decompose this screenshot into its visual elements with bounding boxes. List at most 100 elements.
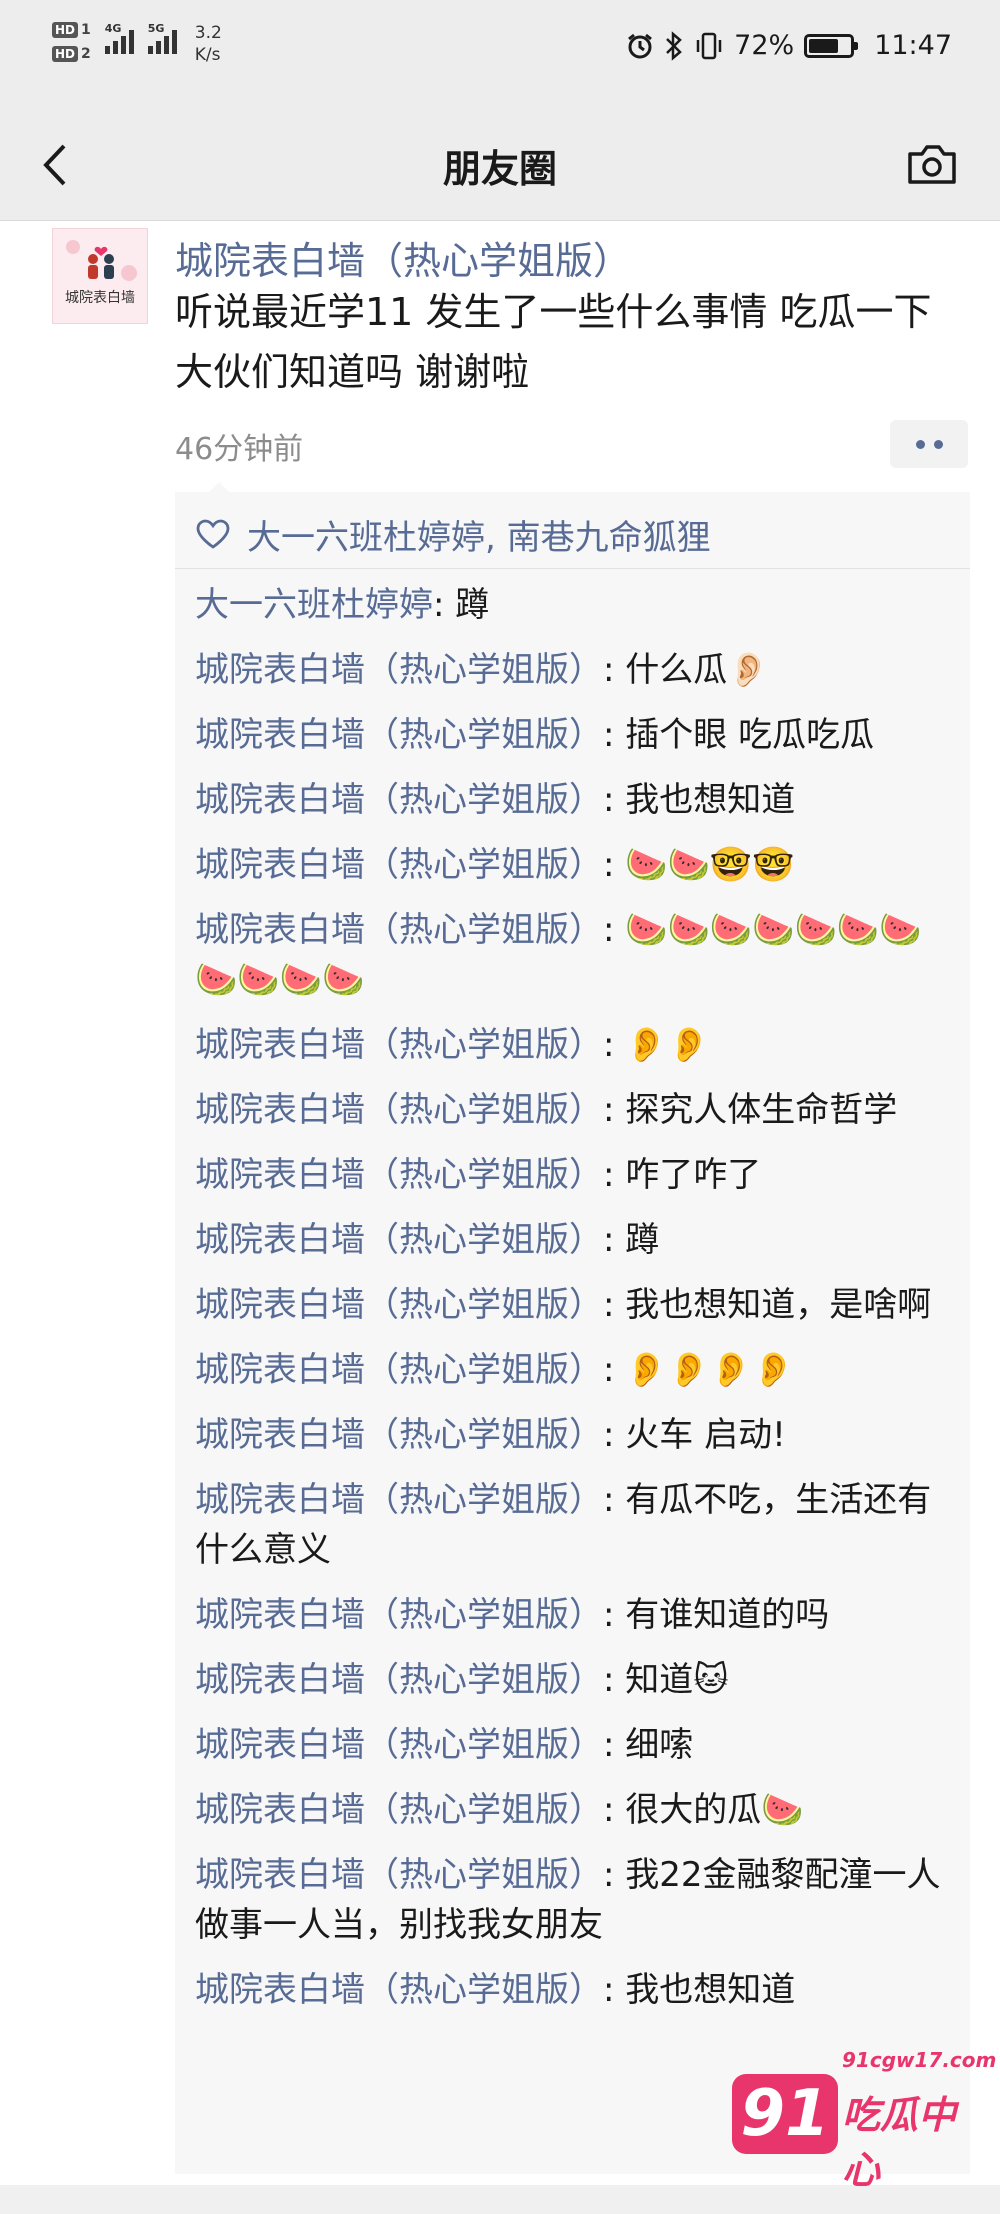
comment-author[interactable]: 城院表白墙（热心学姐版） [195,1350,603,1390]
comment-author[interactable]: 城院表白墙（热心学姐版） [195,650,603,690]
comment-text: : 👂👂 [603,1025,710,1065]
battery-fill [809,38,838,53]
comment-text: : 有谁知道的吗 [603,1595,830,1635]
interaction-panel: 大一六班杜婷婷, 南巷九命狐狸 大一六班杜婷婷: 蹲城院表白墙（热心学姐版）: … [175,482,970,2174]
hd-indicator-2: HD 2 [52,46,91,62]
more-button[interactable] [890,420,968,468]
bluetooth-icon [666,30,683,61]
comment-item[interactable]: 城院表白墙（热心学姐版）: 我22金融黎配潼一人做事一人当，别找我女朋友 [195,1842,955,1957]
hd-indicators: HD 1 HD 2 [52,22,91,62]
comment-item[interactable]: 城院表白墙（热心学姐版）: 知道🐱 [195,1647,955,1712]
comment-author[interactable]: 城院表白墙（热心学姐版） [195,1970,603,2010]
comment-item[interactable]: 城院表白墙（热心学姐版）: 我也想知道，是啥啊 [195,1272,955,1337]
post-author[interactable]: 城院表白墙（热心学姐版） [175,230,631,285]
nav-bar: 朋友圈 [0,110,1000,221]
speed-value: 3.2 [194,23,222,43]
comment-item[interactable]: 城院表白墙（热心学姐版）: 插个眼 吃瓜吃瓜 [195,702,955,767]
network-5g-label: 5G [147,22,165,35]
comment-item[interactable]: 城院表白墙（热心学姐版）: 我也想知道 [195,767,955,832]
comment-text: : 咋了咋了 [603,1155,762,1195]
comment-text: : 我也想知道，是啥啊 [603,1285,932,1325]
watermark: 91cgw17.com 91 吃瓜中心 [722,2028,996,2192]
comment-author[interactable]: 城院表白墙（热心学姐版） [195,1660,603,1700]
comment-item[interactable]: 城院表白墙（热心学姐版）: 什么瓜👂🏻 [195,637,955,702]
comment-author[interactable]: 城院表白墙（热心学姐版） [195,1090,603,1130]
comment-list: 大一六班杜婷婷: 蹲城院表白墙（热心学姐版）: 什么瓜👂🏻 城院表白墙（热心学姐版… [195,572,955,2022]
comment-author[interactable]: 城院表白墙（热心学姐版） [195,1415,603,1455]
comment-item[interactable]: 城院表白墙（热心学姐版）: 蹲 [195,1207,955,1272]
more-dot-icon [915,439,925,449]
comment-item[interactable]: 城院表白墙（热心学姐版）: 咋了咋了 [195,1142,955,1207]
comment-item[interactable]: 城院表白墙（热心学姐版）: 👂👂👂👂 [195,1337,955,1402]
comment-item[interactable]: 大一六班杜婷婷: 蹲 [195,572,955,637]
signal-4g-icon: 4G [104,22,134,54]
watermark-text: 吃瓜中心 [842,2093,957,2192]
comment-author[interactable]: 城院表白墙（热心学姐版） [195,910,603,950]
network-4g-label: 4G [104,22,122,35]
comment-author[interactable]: 城院表白墙（热心学姐版） [195,1855,603,1895]
hd-indicator-1: HD 1 [52,22,91,38]
hd-label-2: HD [52,46,79,62]
hd-slot-2: 2 [81,46,91,62]
more-dot-icon [933,439,943,449]
comment-item[interactable]: 城院表白墙（热心学姐版）: 🍉🍉🍉🍉🍉🍉🍉🍉🍉🍉🍉 [195,897,955,1012]
comment-text: : 🍉🍉🤓🤓 [603,845,795,885]
comment-text: : 蹲 [433,585,490,625]
comment-text: : 什么瓜👂🏻 [603,650,770,690]
comment-text: : 知道🐱 [603,1660,729,1700]
comment-item[interactable]: 城院表白墙（热心学姐版）: 很大的瓜🍉 [195,1777,955,1842]
watermark-logo: 91 [732,2074,838,2154]
comment-author[interactable]: 城院表白墙（热心学姐版） [195,780,603,820]
comment-item[interactable]: 城院表白墙（热心学姐版）: 我也想知道 [195,1957,955,2022]
comment-author[interactable]: 城院表白墙（热心学姐版） [195,845,603,885]
comment-text: : 探究人体生命哲学 [603,1090,898,1130]
hd-label-1: HD [52,22,79,38]
avatar-text: 城院表白墙 [65,290,135,306]
comment-text: : 我也想知道 [603,1970,796,2010]
comment-author[interactable]: 城院表白墙（热心学姐版） [195,1480,603,1520]
battery-percent: 72% [734,30,795,61]
comment-item[interactable]: 城院表白墙（热心学姐版）: 探究人体生命哲学 [195,1077,955,1142]
camera-icon[interactable] [904,138,960,192]
status-bar: HD 1 HD 2 4G 5G 3.2 K/s 72% 11:47 [0,0,1000,110]
comment-text: : 蹲 [603,1220,660,1260]
comment-author[interactable]: 城院表白墙（热心学姐版） [195,1725,603,1765]
clock: 11:47 [874,30,952,61]
avatar[interactable]: 城院表白墙 [52,228,148,324]
comment-author[interactable]: 大一六班杜婷婷 [195,585,433,625]
network-speed: 3.2 K/s [195,22,222,66]
post-timestamp: 46分钟前 [175,432,304,467]
comment-author[interactable]: 城院表白墙（热心学姐版） [195,1790,603,1830]
alarm-icon [628,33,653,58]
comment-item[interactable]: 城院表白墙（热心学姐版）: 有瓜不吃，生活还有什么意义 [195,1467,955,1582]
likes-names[interactable]: 大一六班杜婷婷, 南巷九命狐狸 [247,510,711,559]
status-bar-left: HD 1 HD 2 4G 5G 3.2 K/s [52,22,222,66]
hd-slot-1: 1 [81,22,91,38]
comment-item[interactable]: 城院表白墙（热心学姐版）: 🍉🍉🤓🤓 [195,832,955,897]
comment-author[interactable]: 城院表白墙（热心学姐版） [195,1595,603,1635]
comment-author[interactable]: 城院表白墙（热心学姐版） [195,1220,603,1260]
comment-text: : 我也想知道 [603,780,796,820]
comment-item[interactable]: 城院表白墙（热心学姐版）: 👂👂 [195,1012,955,1077]
comment-author[interactable]: 城院表白墙（热心学姐版） [195,1155,603,1195]
comment-text: : 👂👂👂👂 [603,1350,795,1390]
speed-unit: K/s [194,45,221,65]
status-bar-right: 72% 11:47 [626,30,952,61]
page-title: 朋友圈 [442,147,557,191]
battery-icon [804,33,859,58]
vibrate-icon [696,32,722,59]
comment-item[interactable]: 城院表白墙（热心学姐版）: 细嗦 [195,1712,955,1777]
watermark-url: 91cgw17.com [842,2048,997,2072]
comment-item[interactable]: 城院表白墙（热心学姐版）: 有谁知道的吗 [195,1582,955,1647]
signal-5g-icon: 5G [147,22,177,54]
comment-author[interactable]: 城院表白墙（热心学姐版） [195,1285,603,1325]
comment-author[interactable]: 城院表白墙（热心学姐版） [195,715,603,755]
heart-icon [196,519,230,549]
post-text: 听说最近学11 发生了一些什么事情 吃瓜一下 大伙们知道吗 谢谢啦 [175,290,932,394]
likes-divider [175,568,970,569]
comment-text: : 细嗦 [603,1725,694,1765]
comment-text: : 火车 启动! [603,1415,786,1455]
comment-author[interactable]: 城院表白墙（热心学姐版） [195,1025,603,1065]
comment-item[interactable]: 城院表白墙（热心学姐版）: 火车 启动! [195,1402,955,1467]
likes-row: 大一六班杜婷婷, 南巷九命狐狸 [195,504,955,564]
